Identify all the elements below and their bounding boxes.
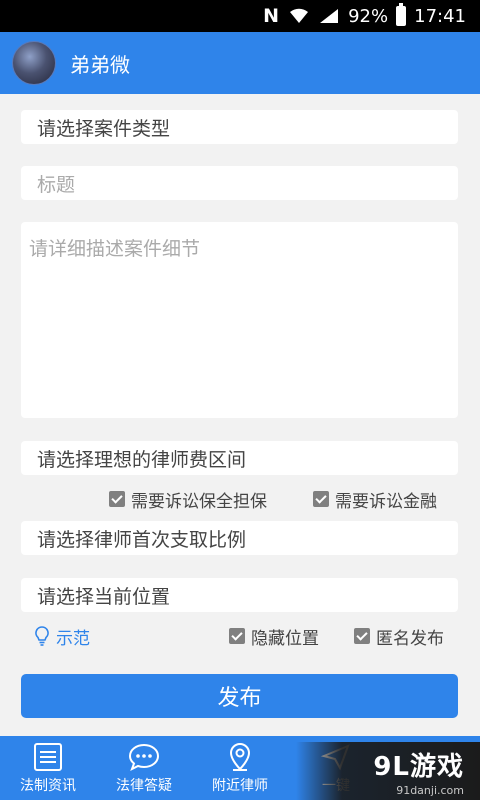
option-security-label: 需要诉讼保全担保	[131, 491, 267, 512]
demo-link[interactable]: 示范	[34, 624, 90, 649]
case-type-select[interactable]: 请选择案件类型	[21, 110, 458, 144]
nfc-icon: N	[263, 5, 280, 27]
watermark-site: 91danji.com	[396, 783, 464, 797]
nav-item-news[interactable]: 法制资讯	[0, 736, 96, 800]
option-finance-checkbox[interactable]: 需要诉讼金融	[313, 487, 437, 512]
nav-item-nearby[interactable]: 附近律师	[192, 736, 288, 800]
nav-label-qa: 法律答疑	[116, 778, 172, 794]
details-textarea[interactable]: 请详细描述案件细节	[21, 222, 458, 418]
watermark: 9L游戏 91danji.com	[296, 742, 480, 800]
option-finance-label: 需要诉讼金融	[335, 491, 437, 512]
chat-bubble-icon	[128, 743, 160, 772]
option-hide-location-checkbox[interactable]: 隐藏位置	[229, 624, 319, 649]
location-pin-icon	[229, 742, 251, 771]
app-bar: 弟弟微	[0, 32, 480, 94]
battery-icon	[396, 3, 407, 26]
title-input[interactable]: 标题	[21, 166, 458, 200]
checkbox-icon[interactable]	[354, 628, 370, 644]
watermark-brand: 9L游戏	[373, 751, 464, 782]
publish-button[interactable]: 发布	[21, 674, 458, 718]
signal-icon	[318, 6, 340, 26]
wifi-icon	[288, 6, 310, 26]
option-anonymous-checkbox[interactable]: 匿名发布	[354, 624, 444, 649]
nav-label-news: 法制资讯	[20, 778, 76, 794]
checkbox-icon[interactable]	[229, 628, 245, 644]
location-select[interactable]: 请选择当前位置	[21, 578, 458, 612]
app-title: 弟弟微	[70, 52, 130, 77]
demo-label: 示范	[56, 628, 90, 649]
fee-range-select[interactable]: 请选择理想的律师费区间	[21, 441, 458, 475]
checkbox-icon[interactable]	[313, 491, 329, 507]
first-payment-select[interactable]: 请选择律师首次支取比例	[21, 521, 458, 555]
battery-percent: 92%	[348, 5, 389, 27]
avatar[interactable]	[12, 41, 56, 85]
nav-label-nearby: 附近律师	[212, 778, 268, 794]
checkbox-icon[interactable]	[109, 491, 125, 507]
status-time: 17:41	[414, 5, 466, 27]
option-anonymous-label: 匿名发布	[376, 628, 444, 649]
news-list-icon	[34, 743, 62, 771]
option-security-checkbox[interactable]: 需要诉讼保全担保	[109, 487, 267, 512]
option-hide-location-label: 隐藏位置	[251, 628, 319, 649]
nav-item-qa[interactable]: 法律答疑	[96, 736, 192, 800]
lightbulb-icon	[35, 626, 49, 646]
status-bar: N 92% 17:41	[0, 0, 480, 32]
